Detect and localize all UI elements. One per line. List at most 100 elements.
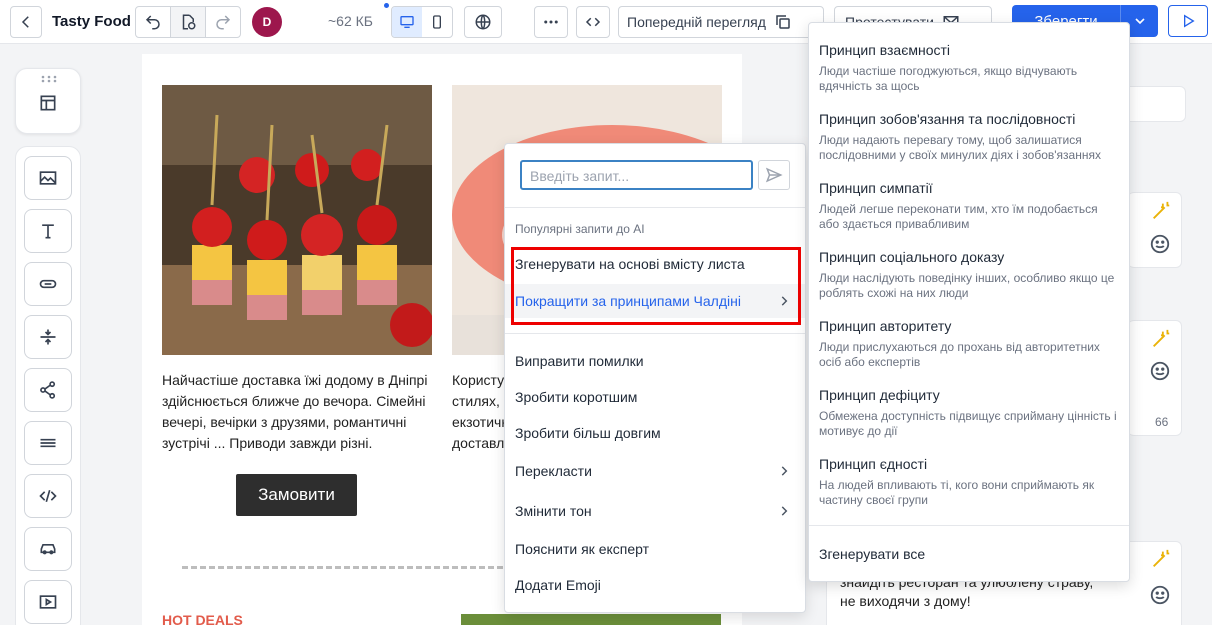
text-line: не виходячи з дому! xyxy=(840,593,971,609)
generate-all-button[interactable]: Згенерувати все xyxy=(819,546,925,562)
principle-title: Принцип єдності xyxy=(819,456,928,472)
menu-item-add-emoji[interactable]: Додати Emoji xyxy=(505,568,805,602)
highlight-box xyxy=(511,247,801,325)
divider-block-tool[interactable] xyxy=(24,421,72,465)
divider-icon xyxy=(40,438,56,448)
spacer-block-tool[interactable] xyxy=(24,315,72,359)
description-right-line: доставл xyxy=(452,435,505,451)
file-history-icon xyxy=(182,14,196,30)
chevron-right-icon xyxy=(781,506,788,516)
html-block-tool[interactable] xyxy=(24,474,72,518)
drag-handle-icon xyxy=(41,75,57,83)
car-icon xyxy=(40,544,56,555)
menu-item-explain-expert[interactable]: Пояснити як експерт xyxy=(505,532,805,566)
undo-button[interactable] xyxy=(135,6,171,38)
play-icon xyxy=(1184,14,1195,28)
image-block-tool[interactable] xyxy=(24,156,72,200)
desktop-view-button[interactable] xyxy=(392,7,422,37)
code-view-button[interactable] xyxy=(576,6,610,38)
principle-title: Принцип зобов'язання та послідовності xyxy=(819,111,1076,127)
menu-item-label: Пояснити як експерт xyxy=(515,541,650,557)
chevron-left-icon xyxy=(21,16,29,28)
undo-icon xyxy=(145,15,160,30)
emoji-icon[interactable] xyxy=(1149,360,1171,382)
menu-item-label: Зробити більш довгим xyxy=(515,425,661,441)
language-button[interactable] xyxy=(464,6,502,38)
principle-description: Обмежена доступність підвищує сприйману … xyxy=(819,409,1117,438)
principle-description: Люди частіше погоджуються, якщо відчуваю… xyxy=(819,64,1078,93)
magic-wand-icon[interactable] xyxy=(1150,548,1172,570)
menu-item-fix-errors[interactable]: Виправити помилки xyxy=(505,344,805,378)
send-button[interactable] xyxy=(1168,5,1208,37)
desktop-icon xyxy=(400,15,414,28)
history-button[interactable] xyxy=(170,6,206,38)
social-block-tool[interactable] xyxy=(24,368,72,412)
share-icon xyxy=(40,381,56,399)
menu-item-shorter[interactable]: Зробити коротшим xyxy=(505,380,805,414)
principle-scarcity[interactable]: Принцип дефіциту Обмежена доступність пі… xyxy=(819,387,1119,439)
canapes-image[interactable] xyxy=(162,85,432,355)
principle-social-proof[interactable]: Принцип соціального доказу Люди наслідую… xyxy=(819,249,1119,301)
more-dots-icon xyxy=(544,20,558,24)
description-right-line: стилях, xyxy=(452,393,500,409)
preview-button[interactable]: Попередній перегляд xyxy=(618,6,824,38)
email-size: ~62 КБ xyxy=(328,13,373,29)
video-icon xyxy=(39,595,57,609)
emoji-icon[interactable] xyxy=(1149,233,1171,255)
magic-wand-icon[interactable] xyxy=(1150,328,1172,350)
principle-liking[interactable]: Принцип симпатії Людей легше переконати … xyxy=(819,180,1119,232)
ecommerce-block-tool[interactable] xyxy=(24,527,72,571)
principle-authority[interactable]: Принцип авторитету Люди прислухаються до… xyxy=(819,318,1119,370)
hot-deals-heading: HOT DEALS xyxy=(162,612,243,625)
preview-label: Попередній перегляд xyxy=(627,14,766,30)
menu-item-change-tone[interactable]: Змінити тон xyxy=(505,494,805,528)
brand-name: Tasty Food xyxy=(52,13,131,30)
principle-title: Принцип симпатії xyxy=(819,180,933,196)
structure-panel-toggle[interactable] xyxy=(15,68,81,134)
layout-icon xyxy=(40,95,56,111)
ai-send-button[interactable] xyxy=(758,160,790,190)
button-icon xyxy=(39,279,57,289)
emoji-icon[interactable] xyxy=(1149,584,1171,606)
redo-button[interactable] xyxy=(205,6,241,38)
video-block-tool[interactable] xyxy=(24,580,72,624)
principle-title: Принцип авторитету xyxy=(819,318,952,334)
avatar[interactable]: D xyxy=(252,7,282,37)
menu-item-longer[interactable]: Зробити більш довгим xyxy=(505,416,805,450)
principle-unity[interactable]: Принцип єдності На людей впливають ті, к… xyxy=(819,456,1119,508)
dashed-divider xyxy=(182,566,512,569)
ai-prompt-input[interactable]: Введіть запит... xyxy=(520,160,753,190)
html-code-icon xyxy=(39,489,57,503)
description-right-line: екзотичн xyxy=(452,414,507,430)
unsaved-indicator xyxy=(384,3,389,8)
mobile-view-button[interactable] xyxy=(422,7,452,37)
principle-description: Люди прислухаються до прохань від автори… xyxy=(819,340,1100,369)
order-button[interactable]: Замовити xyxy=(236,474,357,516)
button-block-tool[interactable] xyxy=(24,262,72,306)
menu-item-label: Додати Emoji xyxy=(515,577,601,593)
chevron-right-icon xyxy=(781,466,788,476)
back-button[interactable] xyxy=(10,6,42,38)
principle-description: Людей легше переконати тим, хто їм подоб… xyxy=(819,202,1098,231)
grapes-image[interactable] xyxy=(461,614,721,625)
popular-requests-caption: Популярні запити до AI xyxy=(515,222,645,236)
more-button[interactable] xyxy=(534,6,568,38)
principle-title: Принцип дефіциту xyxy=(819,387,940,403)
menu-separator xyxy=(809,525,1129,526)
text-icon xyxy=(42,224,54,239)
description-right: Користу стилях, екзотичн доставл xyxy=(452,370,507,454)
menu-item-translate[interactable]: Перекласти xyxy=(505,454,805,488)
menu-item-label: Виправити помилки xyxy=(515,353,644,369)
menu-item-label: Зробити коротшим xyxy=(515,389,638,405)
principle-commitment[interactable]: Принцип зобов'язання та послідовності Лю… xyxy=(819,111,1119,163)
spacer-icon xyxy=(40,329,56,345)
globe-icon xyxy=(475,14,491,30)
char-count: 66 xyxy=(1155,415,1169,429)
principle-reciprocity[interactable]: Принцип взаємності Люди частіше погоджую… xyxy=(819,42,1119,94)
text-block-tool[interactable] xyxy=(24,209,72,253)
description-right-line: Користу xyxy=(452,372,505,388)
settings-field[interactable] xyxy=(1128,86,1186,122)
menu-item-label: Змінити тон xyxy=(515,503,592,519)
magic-wand-icon[interactable] xyxy=(1150,200,1172,222)
menu-separator xyxy=(505,207,805,208)
